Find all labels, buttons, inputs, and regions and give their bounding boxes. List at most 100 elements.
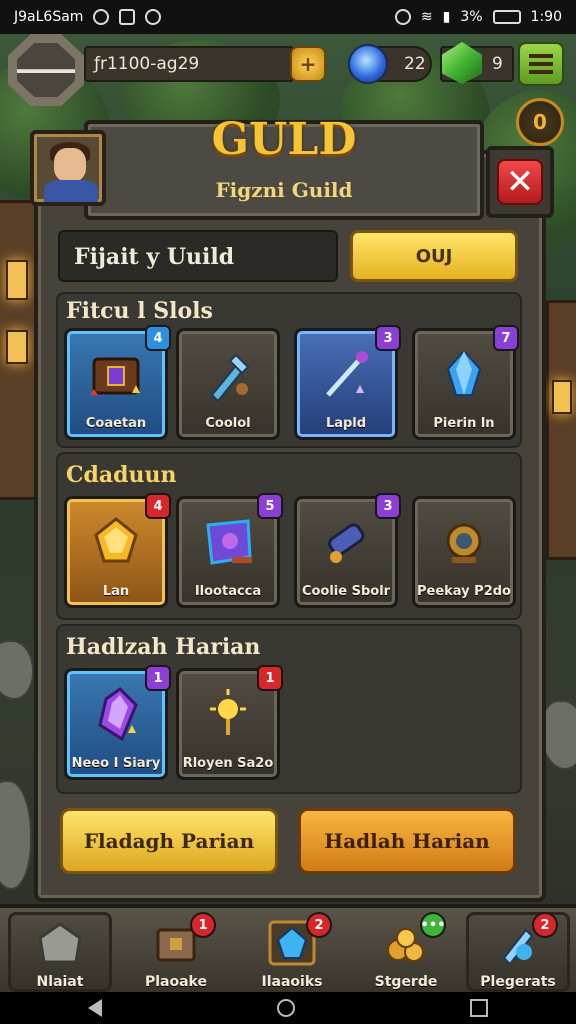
nav-label: Ilaaoiks	[261, 974, 323, 990]
nav-item-players[interactable]: 2 Plegerats	[466, 912, 570, 992]
nav-badge: 2	[532, 912, 558, 938]
battery-icon	[492, 10, 521, 24]
item-badge: 1	[257, 665, 283, 691]
section-title: Hadlzah Harian	[66, 634, 261, 660]
avatar-face	[54, 148, 86, 182]
item-slot[interactable]: 5 Ilootacca	[176, 493, 283, 608]
search-confirm-button[interactable]: OUJ	[350, 230, 518, 282]
system-home-icon[interactable]	[276, 999, 295, 1017]
item-label: Lan	[102, 584, 130, 599]
bottom-nav: Nlaiat 1 Plaoake 2 Ilaaoiks ••• Stgerde	[0, 904, 576, 992]
hadlah-harian-button[interactable]: Hadlah Harian	[298, 808, 516, 874]
crystal-icon	[446, 349, 482, 396]
system-nav-bar	[0, 992, 576, 1024]
item-label: Coolol	[205, 416, 251, 431]
page-title: GULD	[211, 114, 357, 165]
purple-crystal-icon	[98, 687, 138, 742]
item-badge: 5	[257, 493, 283, 519]
menu-icon	[529, 54, 553, 74]
item-slot[interactable]: Coolol	[176, 328, 280, 440]
player-id-bar: ƒr1100-ag29	[84, 46, 294, 82]
guild-search-value: Fijait y Uuild	[74, 244, 235, 270]
nav-label: Nlaiat	[36, 974, 84, 990]
add-coin-button[interactable]: +	[290, 46, 326, 82]
gem-count: 9	[492, 54, 503, 74]
gold-gem-icon	[94, 517, 138, 563]
item-label: Pierin ln	[433, 416, 495, 431]
status-bar: J9aL6Sam ≋ ▮ 3% 1:90	[0, 0, 576, 34]
item-label: Ilootacca	[194, 584, 262, 599]
scroll-card-icon	[206, 519, 252, 565]
green-gem-icon	[442, 42, 482, 84]
staff-icon	[326, 351, 368, 397]
nav-label: Plaoake	[144, 974, 207, 990]
system-back-icon[interactable]	[87, 999, 102, 1017]
timer-button[interactable]: 0	[516, 98, 564, 146]
battery-percent: 3%	[460, 9, 483, 25]
nav-item-home[interactable]: Nlaiat	[8, 912, 112, 992]
ghost-icon	[145, 9, 162, 25]
wifi-icon: ≋	[420, 9, 433, 25]
item-slot[interactable]: 3 Coolie Sbolr	[294, 493, 401, 608]
timer-label: 0	[533, 110, 547, 134]
status-time: 1:90	[530, 9, 562, 25]
item-label: Coolie Sbolr	[301, 584, 391, 599]
item-badge: 4	[145, 493, 171, 519]
status-left-text: J9aL6Sam	[14, 9, 84, 25]
media-icon	[119, 9, 136, 25]
sword-icon	[210, 353, 250, 403]
nav-item-gems[interactable]: 2 Ilaaoiks	[240, 912, 344, 992]
item-slot[interactable]: 7 Pierin ln	[412, 325, 519, 440]
item-badge: 4	[145, 325, 171, 351]
nav-badge: 1	[190, 912, 216, 938]
window-glow	[6, 330, 28, 364]
house-right	[546, 300, 576, 560]
item-label: Neeo I Siary	[71, 756, 161, 771]
section-title: Fitcu l Slols	[66, 298, 213, 324]
item-label: Coaetan	[85, 416, 147, 431]
chat-badge: •••	[420, 912, 446, 938]
house-icon	[38, 922, 82, 964]
smiley-icon	[93, 9, 110, 25]
window-glow	[552, 380, 572, 414]
item-label: Peekay P2do	[417, 584, 511, 599]
chest-icon	[90, 357, 140, 395]
item-badge: 3	[375, 493, 401, 519]
gem-counter: 9	[440, 42, 514, 84]
top-hud: 🡐 ƒr1100-ag29 + 22 9 0	[0, 34, 576, 146]
item-slot[interactable]: Peekay P2do	[412, 496, 516, 608]
button-label: Hadlah Harian	[324, 829, 490, 853]
item-slot[interactable]: 1 Rloyen Sa2o	[176, 665, 283, 780]
close-icon: ✕	[497, 159, 543, 205]
title-frame: GULD Figzni Guild	[84, 114, 484, 220]
back-arrow-icon: 🡐	[0, 50, 92, 91]
menu-button[interactable]	[518, 42, 564, 86]
item-badge: 1	[145, 665, 171, 691]
orb-count: 22	[404, 54, 426, 74]
close-button[interactable]: ✕	[486, 146, 554, 218]
sun-orb-icon	[210, 689, 246, 735]
item-slot[interactable]: 4 Coaetan	[64, 325, 171, 440]
avatar-body	[44, 180, 98, 202]
item-slot[interactable]: 3 Lapld	[294, 325, 401, 440]
fladagh-parian-button[interactable]: Fladagh Parian	[60, 808, 278, 874]
search-confirm-label: OUJ	[415, 245, 453, 267]
player-id: ƒr1100-ag29	[94, 54, 200, 74]
system-recents-icon[interactable]	[470, 999, 489, 1017]
page-subtitle: Figzni Guild	[215, 178, 353, 202]
avatar[interactable]	[30, 130, 106, 206]
back-button[interactable]: 🡐	[8, 34, 84, 106]
nav-item-chest[interactable]: 1 Plaoake	[124, 912, 228, 992]
button-label: Fladagh Parian	[83, 829, 255, 853]
nav-item-store[interactable]: ••• Stgerde	[354, 912, 458, 992]
nav-label: Stgerde	[374, 974, 438, 990]
window-glow	[6, 260, 28, 300]
item-label: Rloyen Sa2o	[182, 756, 274, 771]
item-label: Lapld	[325, 416, 367, 431]
nav-label: Plegerats	[480, 974, 556, 990]
guild-search-input[interactable]: Fijait y Uuild	[58, 230, 338, 282]
item-badge: 7	[493, 325, 519, 351]
amulet-icon	[446, 523, 482, 563]
item-slot[interactable]: 1 Neeo I Siary	[64, 665, 171, 780]
item-slot[interactable]: 4 Lan	[64, 493, 171, 608]
